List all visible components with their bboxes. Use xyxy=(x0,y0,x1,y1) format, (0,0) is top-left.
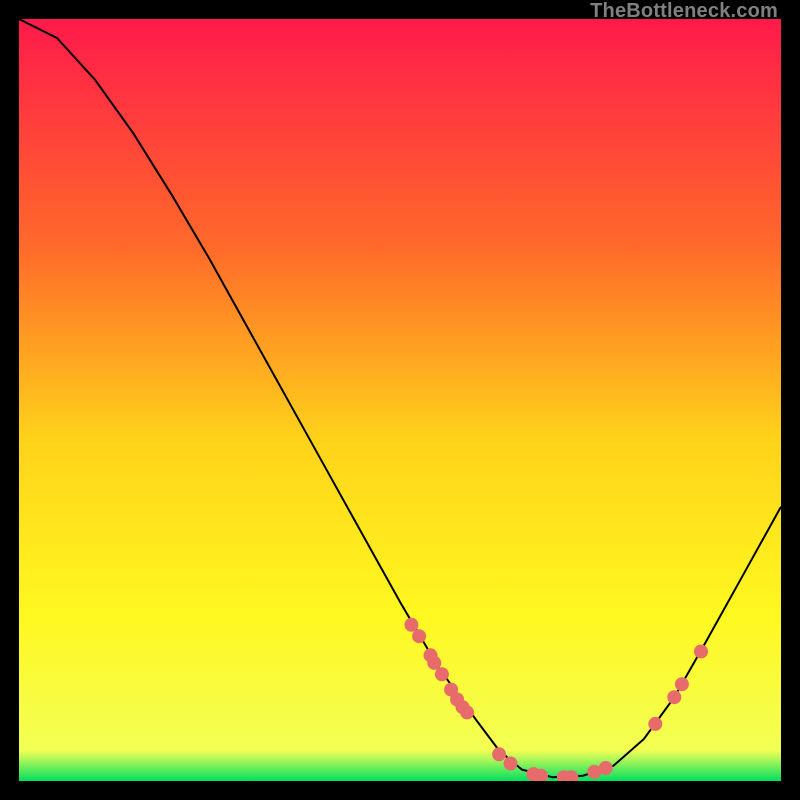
marker-dot xyxy=(504,757,518,771)
marker-dot xyxy=(675,677,689,691)
marker-dot xyxy=(412,629,426,643)
marker-dot xyxy=(404,618,418,632)
chart-canvas xyxy=(19,19,781,781)
watermark-text: TheBottleneck.com xyxy=(590,0,778,23)
marker-dot xyxy=(694,645,708,659)
marker-dot xyxy=(435,667,449,681)
marker-dot xyxy=(492,747,506,761)
marker-dot xyxy=(460,705,474,719)
chart-frame xyxy=(19,19,781,781)
marker-dot xyxy=(599,761,613,775)
marker-dot xyxy=(427,656,441,670)
marker-dot xyxy=(648,717,662,731)
marker-dot xyxy=(667,690,681,704)
